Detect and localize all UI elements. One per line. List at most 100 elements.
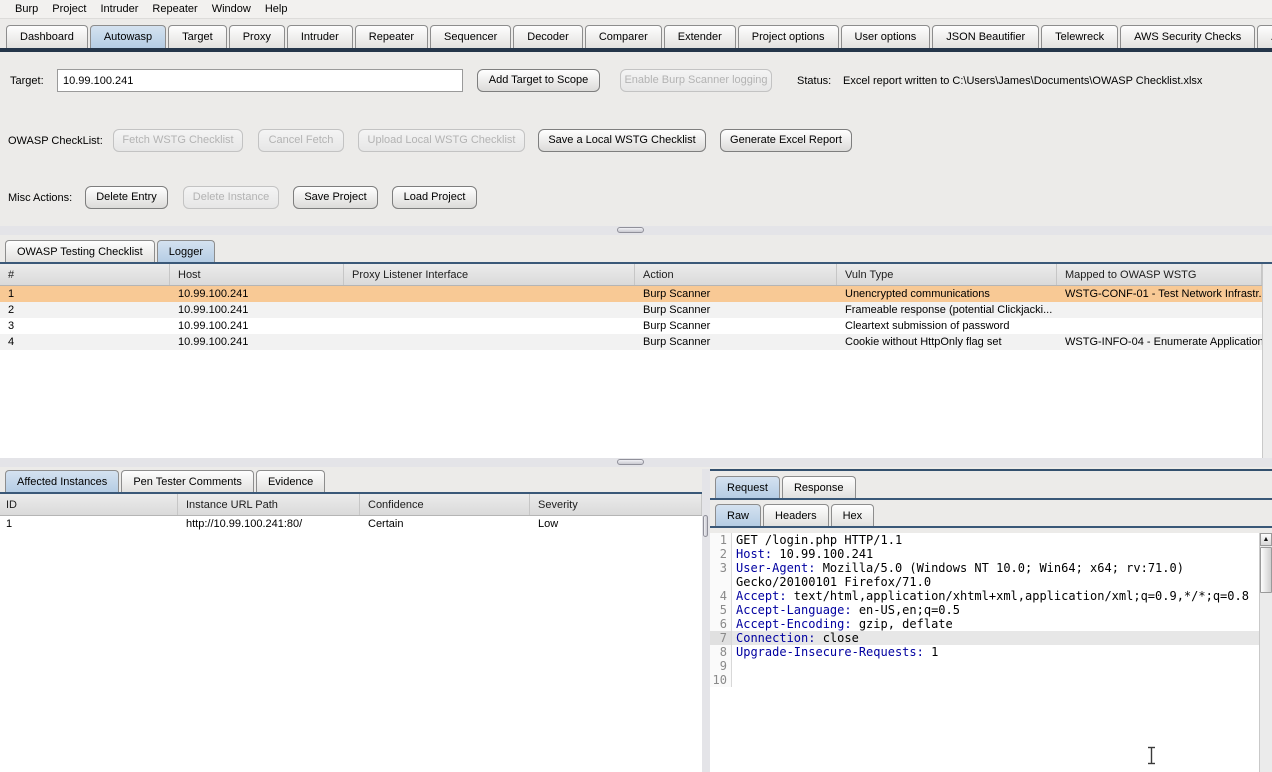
horizontal-splitter-top[interactable]: [0, 226, 1272, 235]
line-number: 5: [710, 603, 732, 617]
column-header-severity[interactable]: Severity: [530, 494, 702, 515]
tab-extender[interactable]: Extender: [663, 25, 736, 48]
column-header-confidence[interactable]: Confidence: [360, 494, 530, 515]
message-tab-request[interactable]: Request: [715, 476, 780, 498]
request-raw-editor[interactable]: 1 GET /login.php HTTP/1.1 2 Host: 10.99.100…: [710, 533, 1272, 772]
status-text: Excel report written to C:\Users\James\D…: [843, 75, 1203, 87]
menu-repeater[interactable]: Repeater: [145, 1, 204, 17]
tab-aws-signer[interactable]: AWS Signer: [1257, 25, 1272, 48]
column-header-id[interactable]: ID: [0, 494, 178, 515]
tab-project-options[interactable]: Project options: [737, 25, 839, 48]
menu-help[interactable]: Help: [258, 1, 295, 17]
table-cell: 10.99.100.241: [178, 288, 249, 300]
fetch-wstg-checklist-button[interactable]: Fetch WSTG Checklist: [113, 129, 243, 152]
instances-table: ID Instance URL Path Confidence Severity 1 h…: [0, 494, 702, 772]
save-local-wstg-checklist-button[interactable]: Save a Local WSTG Checklist: [538, 129, 706, 152]
delete-entry-button[interactable]: Delete Entry: [85, 186, 168, 209]
table-cell: Cleartext submission of password: [845, 320, 1010, 332]
table-cell: Certain: [368, 518, 404, 530]
tab-decoder[interactable]: Decoder: [513, 25, 583, 48]
menu-window[interactable]: Window: [205, 1, 258, 17]
request-response-panel: Request Response Raw Headers Hex 1 GET /logi…: [710, 469, 1272, 772]
logger-scrollbar-track[interactable]: [1262, 264, 1272, 458]
line-text: Connection: close: [736, 631, 859, 645]
save-project-button[interactable]: Save Project: [293, 186, 378, 209]
target-input[interactable]: [57, 69, 463, 92]
misc-actions-label: Misc Actions:: [8, 192, 73, 204]
table-row[interactable]: 1 10.99.100.241 Burp Scanner Unencrypted co…: [0, 286, 1262, 302]
line-number: 4: [710, 589, 732, 603]
request-line: 8 Upgrade-Insecure-Requests: 1: [710, 645, 1272, 659]
scroll-up-arrow-icon[interactable]: ▲: [1260, 533, 1272, 546]
table-row[interactable]: 1 http://10.99.100.241:80/Certain Low: [0, 516, 702, 532]
splitter-grip[interactable]: [617, 227, 644, 233]
scrollbar-thumb[interactable]: [1260, 547, 1272, 593]
column-header-action[interactable]: Action: [635, 264, 837, 285]
tab-repeater[interactable]: Repeater: [354, 25, 429, 48]
column-header-proxy-listener-interface[interactable]: Proxy Listener Interface: [344, 264, 635, 285]
instances-tab-evidence[interactable]: Evidence: [255, 470, 326, 492]
line-text: Host: 10.99.100.241: [736, 547, 874, 561]
table-cell: Frameable response (potential Clickjacki…: [845, 304, 1053, 316]
table-cell: 4: [8, 336, 15, 348]
request-tab-underline: [710, 498, 1272, 500]
menu-burp[interactable]: Burp: [8, 1, 45, 17]
tab-intruder[interactable]: Intruder: [286, 25, 353, 48]
view-tab-hex[interactable]: Hex: [830, 504, 875, 526]
table-cell: 1: [6, 518, 13, 530]
splitter-grip[interactable]: [617, 459, 644, 465]
vertical-splitter[interactable]: [702, 469, 710, 772]
line-number: 2: [710, 547, 732, 561]
tab-autowasp[interactable]: Autowasp: [89, 25, 167, 48]
upload-local-wstg-checklist-button[interactable]: Upload Local WSTG Checklist: [358, 129, 525, 152]
table-row[interactable]: 2 10.99.100.241 Burp Scanner Frameable resp…: [0, 302, 1262, 318]
logger-tab-logger[interactable]: Logger: [156, 240, 215, 262]
cancel-fetch-button[interactable]: Cancel Fetch: [258, 129, 344, 152]
instances-tab-affected-instances[interactable]: Affected Instances: [5, 470, 120, 492]
delete-instance-button[interactable]: Delete Instance: [183, 186, 279, 209]
logger-panel: OWASP Testing Checklist Logger # Host Proxy…: [0, 239, 1272, 458]
line-number: 8: [710, 645, 732, 659]
column-header-host[interactable]: Host: [170, 264, 344, 285]
table-cell: http://10.99.100.241:80/: [186, 518, 303, 530]
horizontal-splitter-bottom[interactable]: [0, 458, 1272, 467]
generate-excel-report-button[interactable]: Generate Excel Report: [720, 129, 852, 152]
column-header-vuln-type[interactable]: Vuln Type: [837, 264, 1057, 285]
tab-proxy[interactable]: Proxy: [228, 25, 285, 48]
request-line: Gecko/20100101 Firefox/71.0: [710, 575, 1272, 589]
enable-burp-scanner-logging-button[interactable]: Enable Burp Scanner logging: [620, 69, 772, 92]
splitter-grip[interactable]: [703, 515, 708, 537]
request-line: 5 Accept-Language: en-US,en;q=0.5: [710, 603, 1272, 617]
view-tab-headers[interactable]: Headers: [763, 504, 829, 526]
column-header-instance-url-path[interactable]: Instance URL Path: [178, 494, 360, 515]
table-cell: 1: [8, 288, 15, 300]
tab-comparer[interactable]: Comparer: [584, 25, 662, 48]
tab-target[interactable]: Target: [168, 25, 227, 48]
view-tab-raw[interactable]: Raw: [715, 504, 762, 526]
line-number: 6: [710, 617, 732, 631]
request-line: 9: [710, 659, 1272, 673]
add-target-to-scope-button[interactable]: Add Target to Scope: [477, 69, 600, 92]
tab-aws-security-checks[interactable]: AWS Security Checks: [1120, 25, 1256, 48]
menu-project[interactable]: Project: [45, 1, 93, 17]
table-cell: 10.99.100.241: [178, 320, 249, 332]
instances-tab-pen-tester-comments[interactable]: Pen Tester Comments: [121, 470, 254, 492]
message-tab-response[interactable]: Response: [781, 476, 856, 498]
column-header-mapped-to-owasp-wstg[interactable]: Mapped to OWASP WSTG: [1057, 264, 1262, 285]
tab-telewreck[interactable]: Telewreck: [1041, 25, 1119, 48]
logger-tab-owasp-testing-checklist[interactable]: OWASP Testing Checklist: [5, 240, 155, 262]
menu-intruder[interactable]: Intruder: [94, 1, 146, 17]
tab-underline: [0, 48, 1272, 52]
load-project-button[interactable]: Load Project: [392, 186, 477, 209]
table-cell: Cookie without HttpOnly flag set: [845, 336, 1002, 348]
table-row[interactable]: 3 10.99.100.241 Burp Scanner Cleartext subm…: [0, 318, 1262, 334]
line-text: Gecko/20100101 Firefox/71.0: [736, 575, 932, 589]
tab-json-beautifier[interactable]: JSON Beautifier: [932, 25, 1040, 48]
tab-sequencer[interactable]: Sequencer: [430, 25, 512, 48]
tab-user-options[interactable]: User options: [840, 25, 931, 48]
table-row[interactable]: 4 10.99.100.241 Burp Scanner Cookie without…: [0, 334, 1262, 350]
line-number: 9: [710, 659, 732, 673]
editor-scrollbar[interactable]: ▲: [1259, 533, 1272, 772]
tab-dashboard[interactable]: Dashboard: [6, 25, 88, 48]
column-header-[interactable]: #: [0, 264, 170, 285]
